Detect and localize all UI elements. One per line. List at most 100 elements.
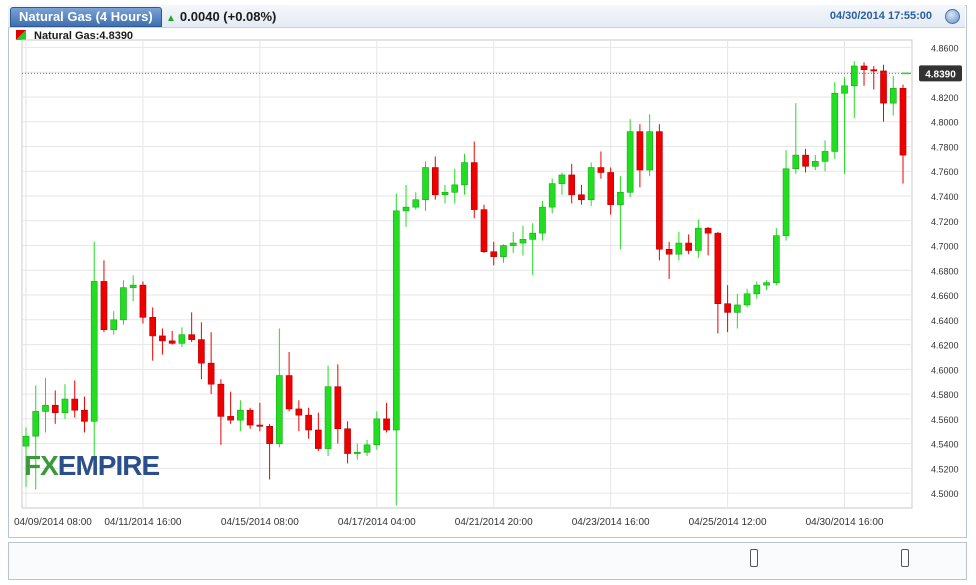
x-tick-label: 04/17/2014 04:00 [338,517,416,528]
candle-body [315,429,322,449]
candle-body [665,248,673,255]
y-tick-label: 4.6000 [931,365,959,375]
candle-body [22,435,30,447]
y-tick-label: 4.7600 [931,167,959,177]
candle-body [792,154,800,170]
candle-body [578,194,585,201]
candle-body [217,383,225,417]
y-tick-label: 4.7800 [931,142,959,152]
candle-body [256,424,264,427]
candle-body [656,131,663,250]
candle-body [568,174,576,196]
candle-body [412,199,420,208]
candle-body [704,227,712,234]
candle-body [392,210,400,431]
range-navigator[interactable] [8,542,967,580]
navigator-right-handle[interactable] [901,549,909,567]
candle-body [811,161,819,167]
y-tick-label: 4.6800 [931,266,959,276]
candle-body [539,206,546,234]
candle-body [763,282,770,286]
last-price-label: 4.8390 [925,69,956,80]
candle-body [509,242,517,246]
candle-body [324,386,332,449]
x-tick-label: 04/25/2014 12:00 [689,517,767,528]
candle-body [159,335,166,342]
candlestick-chart: 4.86004.84004.82004.80004.78004.76004.74… [11,39,962,575]
candle-body [821,151,829,162]
candle-body [81,409,88,422]
x-tick-label: 04/15/2014 08:00 [221,517,299,528]
candle-body [422,167,429,201]
candle-body [188,334,195,340]
candle-body [266,425,273,444]
x-tick-label: 04/21/2014 20:00 [455,517,533,528]
candle-body [841,85,848,94]
y-tick-label: 4.7200 [931,217,959,227]
candle-body [402,206,410,212]
y-tick-label: 4.5600 [931,415,959,425]
x-axis: 04/09/2014 08:00 04/11/2014 16:00 04/15/20… [14,517,884,528]
candle-body [695,227,702,251]
candle-body [782,168,790,236]
candle-body [558,174,566,184]
candle-body [90,281,98,422]
candle-body [61,398,69,413]
candle-body [529,232,537,240]
candle-body [870,69,878,72]
candle-body [617,191,624,205]
candle-body [237,409,244,421]
x-tick-label: 04/09/2014 08:00 [14,517,92,528]
candle-body [168,340,176,344]
navigator-left-handle[interactable] [750,549,758,567]
y-tick-label: 4.5000 [931,489,959,499]
y-tick-label: 4.5200 [931,464,959,474]
candle-body [100,281,108,331]
y-tick-label: 4.6200 [931,341,959,351]
y-tick-label: 4.6400 [931,316,959,326]
candle-body [734,304,741,313]
candle-body [227,416,234,421]
y-tick-label: 4.8000 [931,118,959,128]
candle-body [110,319,118,331]
candle-body [831,92,839,152]
fxempire-logo: FXEMPIRE [24,450,160,481]
candle-body [646,131,653,171]
candle-body [353,451,361,454]
candle-body [724,303,731,313]
candle-body [880,70,887,104]
candle-body [32,411,40,437]
candle-body [802,154,809,167]
candle-body [480,209,488,253]
candle-body [344,428,351,454]
candle-body [743,293,751,306]
y-tick-label: 4.7000 [931,242,959,252]
candle-body [441,191,449,196]
candle-body [198,339,205,364]
candle-body [285,375,293,410]
candle-body [246,409,254,426]
candle-body [42,404,49,412]
candle-body [548,183,556,208]
candle-body [636,131,644,171]
candle-body [139,284,147,318]
candle-body [587,167,595,201]
candle-body [685,242,692,251]
candle-body [461,162,468,186]
candle-body [51,404,59,413]
y-tick-label: 4.7400 [931,192,959,202]
x-tick-label: 04/11/2014 16:00 [104,517,182,528]
candle-body [519,239,527,244]
candle-body [178,334,186,344]
candle-body [305,414,312,431]
candle-body [860,65,868,71]
candle-body [295,408,303,416]
y-tick-label: 4.5800 [931,390,959,400]
candle-body [773,235,780,283]
y-axis: 4.86004.84004.82004.80004.78004.76004.74… [931,43,959,499]
candle-body [129,284,137,288]
candle-body [334,386,342,430]
y-tick-label: 4.6600 [931,291,959,301]
candle-body [597,167,605,173]
candle-body [626,131,634,193]
